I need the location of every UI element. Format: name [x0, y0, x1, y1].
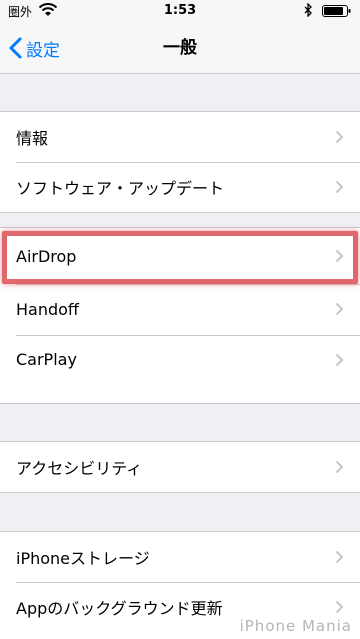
- chevron-right-icon: [335, 353, 344, 366]
- chevron-right-icon: [335, 130, 344, 144]
- page-title: 一般: [163, 38, 197, 58]
- row-iphone-storage[interactable]: iPhoneストレージ: [0, 532, 360, 582]
- chevron-right-icon: [335, 550, 344, 564]
- row-label: Appのバックグラウンド更新: [16, 599, 223, 618]
- row-label: アクセシビリティ: [16, 459, 143, 478]
- row-software-update[interactable]: ソフトウェア・アップデート: [0, 162, 360, 212]
- navigation-bar: 設定 一般: [0, 22, 360, 74]
- chevron-right-icon: [335, 249, 344, 263]
- battery-icon: [322, 5, 351, 17]
- status-bar: 圏外 1:53: [0, 0, 360, 22]
- watermark: iPhone Mania: [239, 617, 352, 635]
- row-airdrop[interactable]: AirDrop: [0, 228, 360, 284]
- bluetooth-icon: [304, 3, 312, 17]
- row-label: CarPlay: [16, 350, 77, 370]
- chevron-right-icon: [335, 600, 344, 614]
- row-handoff[interactable]: Handoff: [0, 284, 360, 335]
- row-carplay[interactable]: CarPlay: [0, 334, 360, 386]
- settings-group-accessibility: アクセシビリティ: [0, 441, 360, 493]
- row-accessibility[interactable]: アクセシビリティ: [0, 442, 360, 492]
- settings-group-about: 情報 ソフトウェア・アップデート: [0, 111, 360, 213]
- row-label: 情報: [16, 129, 49, 148]
- row-label: iPhoneストレージ: [16, 549, 150, 568]
- row-about[interactable]: 情報: [0, 112, 360, 162]
- row-label: ソフトウェア・アップデート: [16, 179, 225, 198]
- row-label: Handoff: [16, 299, 79, 319]
- chevron-right-icon: [335, 460, 344, 474]
- row-label: AirDrop: [16, 246, 77, 266]
- chevron-right-icon: [335, 180, 344, 194]
- chevron-right-icon: [335, 302, 344, 316]
- settings-group-continuity: AirDrop Handoff CarPlay: [0, 227, 360, 404]
